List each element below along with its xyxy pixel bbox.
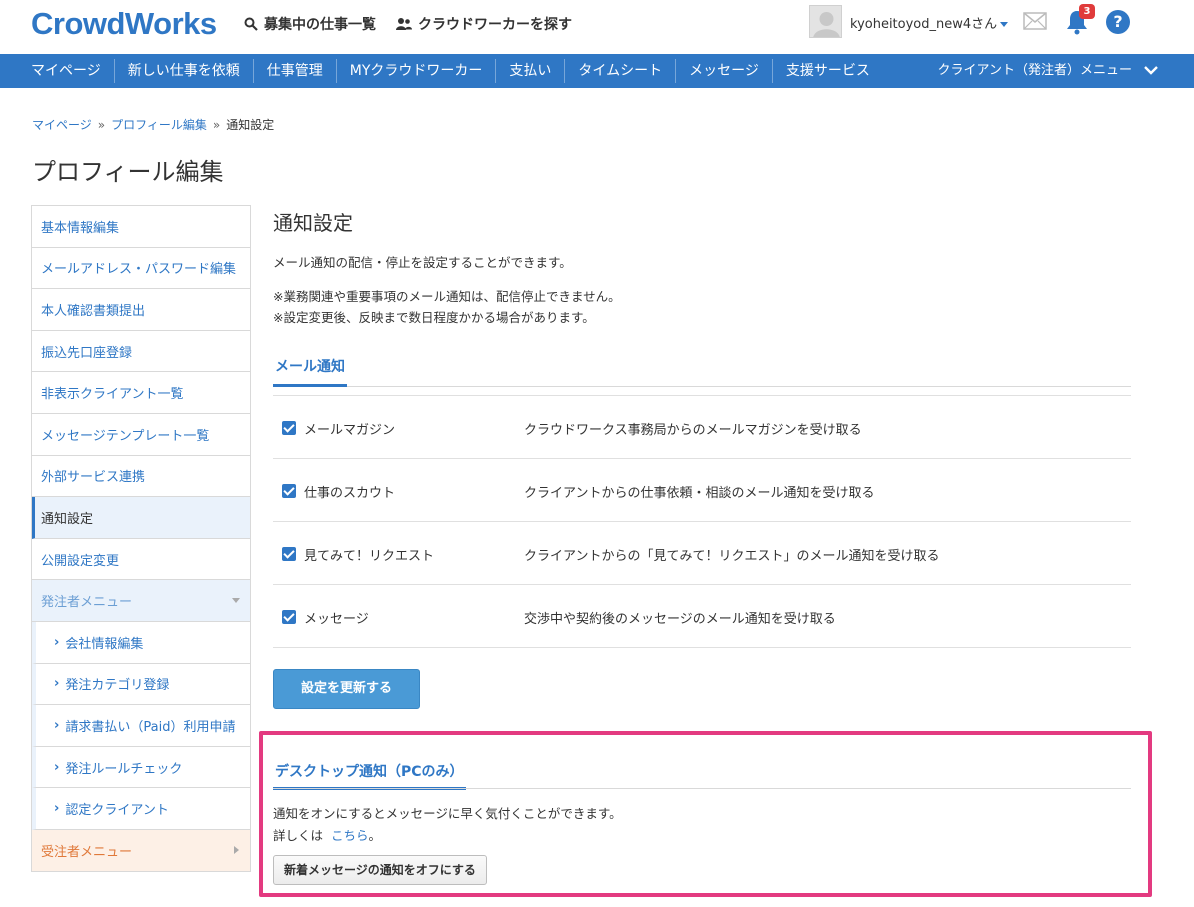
sidebar-subitem-paid[interactable]: › 請求書払い（Paid）利用申請: [32, 705, 250, 747]
chevron-right-icon: ›: [54, 717, 60, 733]
sidebar-subitem-label: 会社情報編集: [65, 636, 144, 652]
sidebar-subitem-category[interactable]: › 発注カテゴリ登録: [32, 663, 250, 706]
sidebar-subitem-label: 請求書払い（Paid）利用申請: [65, 719, 236, 735]
sidebar-item-hidden-clients[interactable]: 非表示クライアント一覧: [32, 372, 250, 414]
avatar[interactable]: [809, 5, 842, 38]
desktop-details: 詳しくは こちら。: [273, 825, 381, 844]
message-checkbox[interactable]: [282, 610, 296, 624]
breadcrumb-separator: »: [212, 118, 221, 132]
update-settings-button[interactable]: 設定を更新する: [273, 669, 420, 709]
sidebar-item-message-templates[interactable]: メッセージテンプレート一覧: [32, 414, 250, 456]
chevron-down-icon: [1000, 22, 1009, 27]
desktop-notification-off-button[interactable]: 新着メッセージの通知をオフにする: [273, 855, 487, 885]
notif-label: メッセージ: [304, 612, 369, 627]
caret-down-icon: [232, 598, 240, 604]
breadcrumb-profile[interactable]: プロフィール編集: [111, 118, 207, 132]
list-item: 仕事のスカウト クライアントからの仕事依頼・相談のメール通知を受け取る: [273, 459, 1131, 522]
notif-label: 見てみて！リクエスト: [304, 549, 435, 564]
chevron-right-icon: ›: [54, 676, 60, 692]
sidebar-item-email-password[interactable]: メールアドレス・パスワード編集: [32, 248, 250, 290]
nav-new-job[interactable]: 新しい仕事を依頼: [115, 59, 254, 83]
help-icon[interactable]: ?: [1106, 10, 1130, 34]
desktop-notification-tab[interactable]: デスクトップ通知（PCのみ）: [273, 761, 466, 790]
details-link[interactable]: こちら: [331, 828, 369, 843]
section-title: 通知設定: [273, 211, 353, 235]
search-icon: [244, 17, 258, 31]
sidebar-group-worker[interactable]: 受注者メニュー: [32, 829, 250, 872]
find-worker-label: クラウドワーカーを探す: [418, 17, 572, 33]
username-label: kyoheitoyod_new4さん: [850, 17, 998, 32]
mail-icon[interactable]: [1023, 12, 1047, 30]
nav-messages[interactable]: メッセージ: [676, 59, 773, 83]
sidebar-subitem-label: 発注カテゴリ登録: [65, 678, 170, 694]
breadcrumb-mypage[interactable]: マイページ: [32, 118, 92, 132]
notif-desc: クラウドワークス事務局からのメールマガジンを受け取る: [524, 423, 862, 438]
email-tab-bar: メール通知: [273, 356, 1131, 387]
nav-job-management[interactable]: 仕事管理: [254, 59, 337, 83]
sidebar-item-bank[interactable]: 振込先口座登録: [32, 331, 250, 373]
page-title: プロフィール編集: [32, 158, 224, 186]
notif-label: 仕事のスカウト: [304, 486, 396, 501]
sidebar: 基本情報編集 メールアドレス・パスワード編集 本人確認書類提出 振込先口座登録 …: [31, 205, 251, 872]
top-header: CrowdWorks 募集中の仕事一覧 クラウドワーカーを探す kyoheito…: [0, 0, 1194, 54]
notif-desc: 交渉中や契約後のメッセージのメール通知を受け取る: [524, 612, 836, 627]
chevron-right-icon: ›: [54, 634, 60, 650]
sidebar-group-client[interactable]: 発注者メニュー: [32, 580, 250, 622]
sidebar-subitem-company[interactable]: › 会社情報編集: [32, 621, 250, 664]
chevron-right-icon: ›: [54, 801, 60, 817]
notification-badge: 3: [1079, 4, 1095, 19]
sidebar-item-public-settings[interactable]: 公開設定変更: [32, 539, 250, 581]
desktop-description: 通知をオンにするとメッセージに早く気付くことができます。: [273, 806, 622, 821]
chevron-right-icon: ›: [54, 759, 60, 775]
sidebar-item-notifications[interactable]: 通知設定: [32, 497, 250, 539]
tab-email[interactable]: メール通知: [273, 356, 347, 387]
list-item: メッセージ 交渉中や契約後のメッセージのメール通知を受け取る: [273, 585, 1131, 648]
note-line-1: ※業務関連や重要事項のメール通知は、配信停止できません。: [273, 289, 621, 304]
nav-support[interactable]: 支援サービス: [773, 59, 883, 83]
scout-checkbox[interactable]: [282, 484, 296, 498]
sidebar-group-client-label: 発注者メニュー: [41, 595, 133, 611]
sidebar-item-external-services[interactable]: 外部サービス連携: [32, 456, 250, 498]
nav-mypage[interactable]: マイページ: [18, 59, 115, 83]
global-nav: マイページ 新しい仕事を依頼 仕事管理 MYクラウドワーカー 支払い タイムシー…: [0, 54, 1194, 88]
people-icon: [396, 18, 412, 30]
nav-payment[interactable]: 支払い: [496, 59, 566, 83]
list-item: 見てみて！リクエスト クライアントからの「見てみて！リクエスト」のメール通知を受…: [273, 522, 1131, 585]
breadcrumb-current: 通知設定: [226, 118, 275, 132]
breadcrumb: マイページ » プロフィール編集 » 通知設定: [32, 116, 274, 133]
sidebar-item-basic-info[interactable]: 基本情報編集: [32, 206, 250, 248]
sidebar-subitem-label: 認定クライアント: [65, 803, 169, 819]
notif-desc: クライアントからの「見てみて！リクエスト」のメール通知を受け取る: [524, 549, 940, 564]
sidebar-subitem-certified[interactable]: › 認定クライアント: [32, 788, 250, 830]
breadcrumb-separator: »: [97, 118, 106, 132]
notification-list: メールマガジン クラウドワークス事務局からのメールマガジンを受け取る 仕事のスカ…: [273, 395, 1131, 648]
client-menu[interactable]: クライアント（発注者）メニュー: [938, 54, 1132, 88]
sidebar-item-identity[interactable]: 本人確認書類提出: [32, 289, 250, 331]
newsletter-checkbox[interactable]: [282, 421, 296, 435]
sidebar-subitem-label: 発注ルールチェック: [65, 761, 183, 777]
caret-right-icon: [234, 845, 239, 854]
list-item: メールマガジン クラウドワークス事務局からのメールマガジンを受け取る: [273, 396, 1131, 459]
details-prefix: 詳しくは: [273, 828, 324, 843]
find-worker-link[interactable]: クラウドワーカーを探す: [396, 14, 572, 34]
chevron-down-icon[interactable]: [1144, 65, 1158, 75]
logo[interactable]: CrowdWorks: [31, 6, 217, 42]
sidebar-group-worker-label: 受注者メニュー: [41, 844, 133, 860]
divider: [273, 788, 1131, 789]
request-checkbox[interactable]: [282, 547, 296, 561]
details-suffix: 。: [368, 828, 381, 843]
nav-timesheet[interactable]: タイムシート: [565, 59, 677, 83]
note-line-2: ※設定変更後、反映まで数日程度かかる場合があります。: [273, 310, 595, 325]
sidebar-subitem-rule-check[interactable]: › 発注ルールチェック: [32, 746, 250, 789]
user-menu[interactable]: kyoheitoyod_new4さん: [850, 13, 1009, 32]
notif-desc: クライアントからの仕事依頼・相談のメール通知を受け取る: [524, 486, 875, 501]
nav-my-workers[interactable]: MYクラウドワーカー: [337, 59, 497, 83]
job-list-label: 募集中の仕事一覧: [264, 17, 376, 33]
section-description: メール通知の配信・停止を設定することができます。: [273, 255, 572, 270]
job-list-link[interactable]: 募集中の仕事一覧: [244, 14, 376, 34]
notif-label: メールマガジン: [304, 423, 396, 438]
